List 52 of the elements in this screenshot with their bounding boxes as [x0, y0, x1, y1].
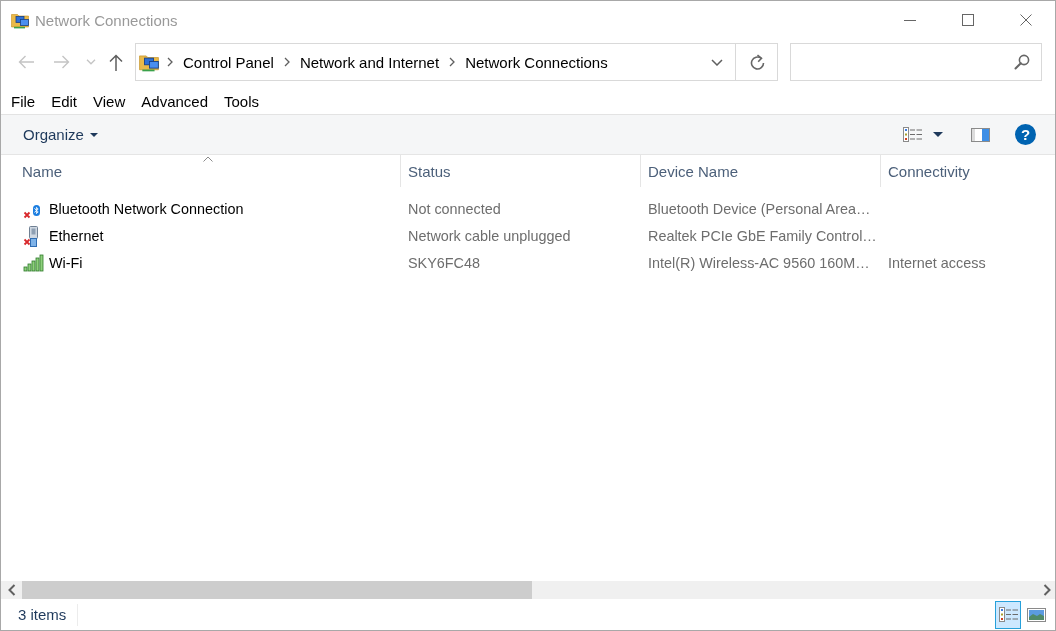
network-folder-icon	[139, 52, 159, 72]
search-icon[interactable]	[1014, 54, 1030, 70]
scrollbar-thumb[interactable]	[22, 581, 532, 599]
help-button[interactable]: ?	[1015, 124, 1036, 145]
menu-item[interactable]: View	[85, 92, 134, 112]
picture-icon[interactable]	[1026, 607, 1046, 622]
network-folder-icon	[11, 11, 29, 29]
chevron-right-icon[interactable]	[1042, 584, 1051, 596]
table-cell-text: Realtek PCIe GbE Family Control…	[647, 227, 878, 244]
menu-item[interactable]: Edit	[43, 92, 86, 112]
search-field[interactable]	[790, 43, 1042, 81]
table-cell-text: Not connected	[407, 200, 502, 217]
chevron-right-icon[interactable]	[449, 57, 456, 67]
menu-item[interactable]: File	[3, 92, 44, 112]
organize-button[interactable]: Organize	[15, 119, 106, 150]
details-view-icon[interactable]	[902, 127, 922, 142]
horizontal-scrollbar[interactable]	[1, 581, 1055, 599]
column-header[interactable]: Device Name	[640, 155, 880, 187]
item-count: 3 items	[18, 603, 79, 626]
menu-item[interactable]: Tools	[216, 92, 268, 112]
column-header[interactable]: Name	[1, 155, 400, 187]
preview-pane-icon[interactable]	[970, 127, 990, 142]
close-icon[interactable]	[1020, 14, 1032, 26]
chevron-left-icon[interactable]	[7, 584, 16, 596]
breadcrumb[interactable]: Network Connections	[463, 48, 610, 76]
menu-item[interactable]: Advanced	[133, 92, 216, 112]
details-view-button[interactable]	[995, 600, 1021, 629]
table-cell-text: Internet access	[887, 254, 987, 271]
sort-caret-icon	[202, 156, 213, 162]
column-header[interactable]: Status	[400, 155, 640, 187]
chevron-down-icon[interactable]	[711, 58, 723, 66]
table-cell-text: SKY6FC48	[407, 254, 481, 271]
address-bar[interactable]: Control Panel Network and Internet Network Connections	[135, 43, 778, 81]
window-title: Network Connections	[35, 11, 179, 29]
refresh-icon[interactable]	[748, 54, 765, 70]
maximize-icon[interactable]	[962, 14, 974, 26]
connection-name[interactable]: Bluetooth Network Connection	[49, 200, 244, 217]
breadcrumb[interactable]: Network and Internet	[297, 48, 442, 76]
table-cell-text: Network cable unplugged	[407, 227, 572, 244]
caret-icon[interactable]	[933, 132, 943, 137]
table-cell-text: Intel(R) Wireless-AC 9560 160M…	[647, 254, 871, 271]
details-view-icon[interactable]	[998, 607, 1018, 622]
minimize-icon[interactable]	[904, 19, 916, 21]
up-arrow-icon[interactable]	[109, 53, 123, 71]
column-header[interactable]: Connectivity	[880, 155, 1055, 187]
connection-name[interactable]: Ethernet	[49, 227, 104, 244]
breadcrumb[interactable]: Control Panel	[181, 48, 276, 76]
chevron-right-icon[interactable]	[167, 57, 173, 67]
caret-icon[interactable]	[89, 132, 98, 137]
connection-name[interactable]: Wi-Fi	[49, 254, 83, 271]
table-cell-text: Bluetooth Device (Personal Area…	[647, 200, 872, 217]
chevron-right-icon[interactable]	[283, 57, 290, 67]
